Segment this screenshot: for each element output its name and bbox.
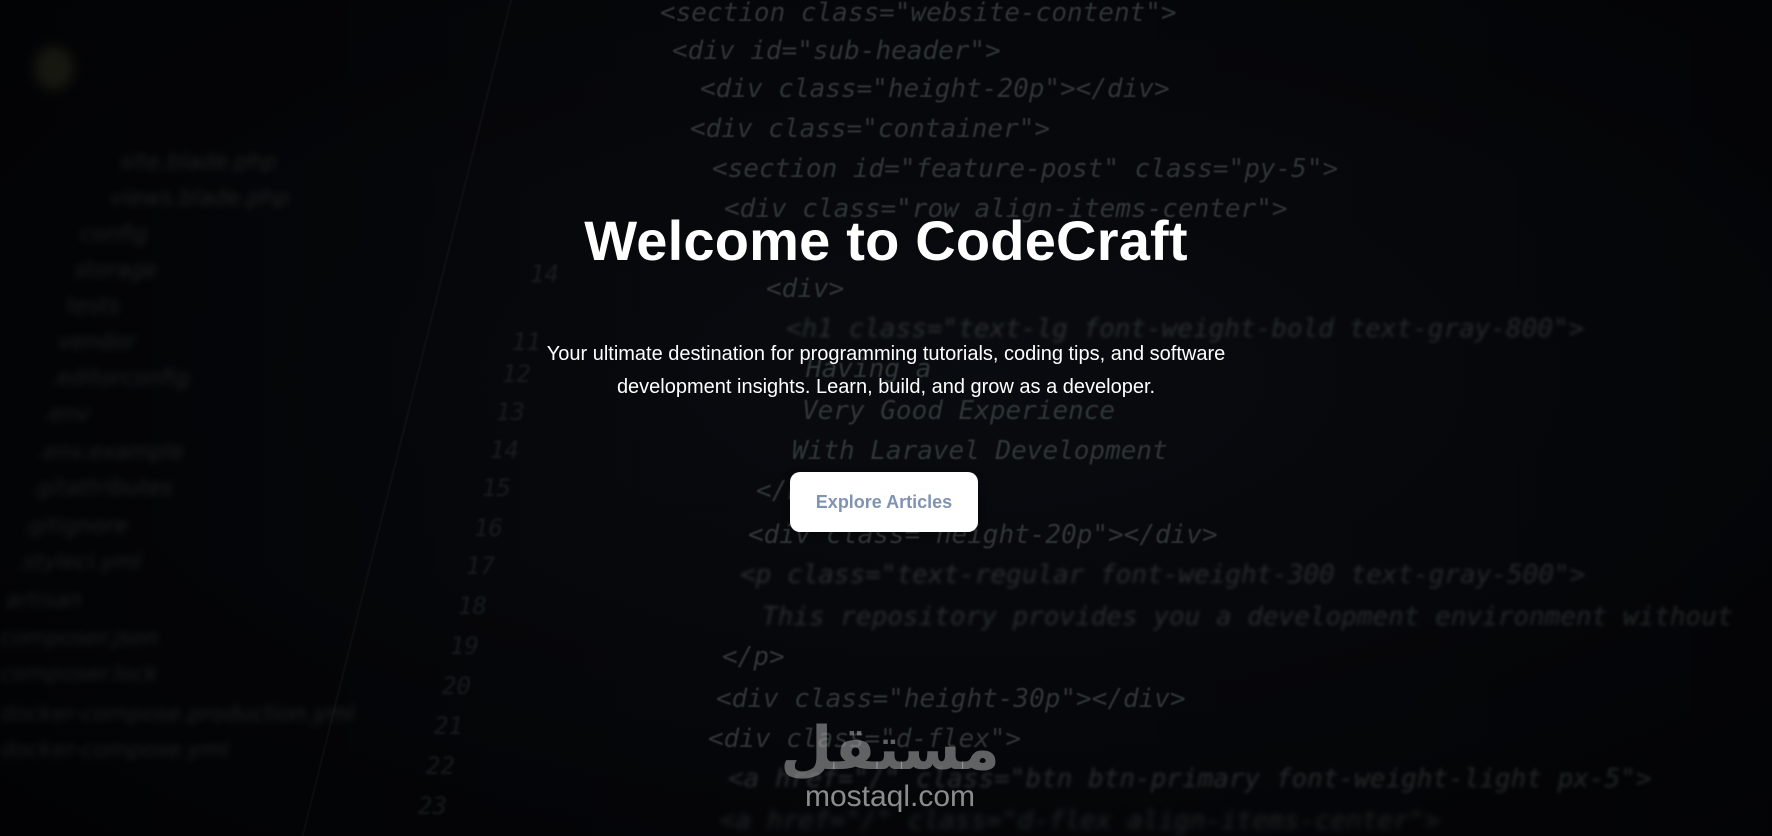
explore-articles-button[interactable]: Explore Articles bbox=[790, 472, 978, 532]
hero-content: Welcome to CodeCraft Your ultimate desti… bbox=[0, 0, 1772, 836]
hero-title: Welcome to CodeCraft bbox=[584, 209, 1188, 272]
hero-subtitle: Your ultimate destination for programmin… bbox=[546, 343, 1226, 398]
hero-section: site.blade.php views.blade.php config st… bbox=[0, 0, 1772, 836]
